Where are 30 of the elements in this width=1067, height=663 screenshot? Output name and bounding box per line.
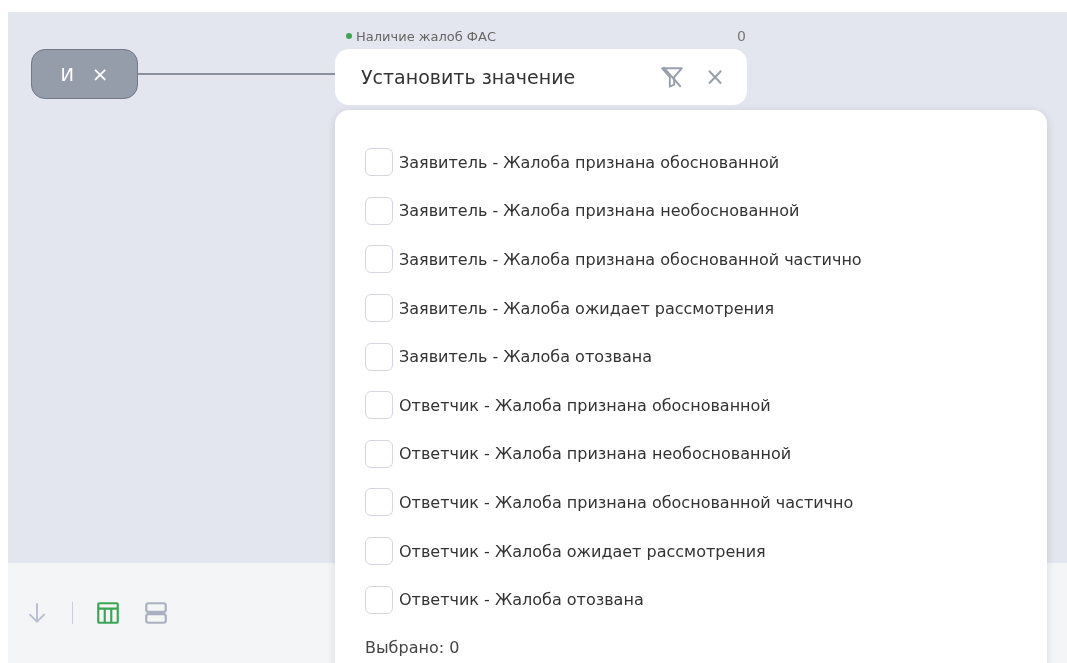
value-select[interactable]: Установить значение: [361, 66, 659, 88]
checkbox[interactable]: [365, 488, 393, 517]
option-label[interactable]: Заявитель - Жалоба признана обоснованной частично: [399, 250, 862, 269]
option-label[interactable]: Заявитель - Жалоба признана обоснованной: [399, 152, 780, 172]
option-label[interactable]: Ответчик - Жалоба ожидает рассмотрения: [399, 541, 766, 561]
checkbox[interactable]: [365, 537, 393, 566]
option-label[interactable]: Ответчик - Жалоба признана обоснованной частично: [399, 492, 854, 512]
checkbox[interactable]: [365, 439, 393, 468]
option-label[interactable]: Заявитель - Жалоба отозвана: [399, 347, 652, 367]
checkbox[interactable]: [365, 294, 393, 323]
status-dot-icon: [346, 33, 352, 39]
clear-filter-icon[interactable]: [658, 64, 685, 90]
condition-node[interactable]: Установить значение ×: [335, 49, 747, 105]
list-view-icon[interactable]: [143, 600, 169, 626]
option-label[interactable]: Заявитель - Жалоба признана необоснованной: [399, 201, 800, 221]
checkbox[interactable]: [365, 196, 393, 225]
option-label[interactable]: Ответчик - Жалоба отозвана: [399, 590, 644, 610]
option-label[interactable]: Заявитель - Жалоба ожидает рассмотрения: [399, 298, 775, 318]
checkbox[interactable]: [365, 148, 393, 177]
table-view-icon[interactable]: [95, 600, 121, 626]
count: 0: [737, 28, 746, 44]
operator-label: И: [60, 63, 74, 85]
checkbox[interactable]: [365, 585, 393, 614]
option-label[interactable]: Ответчик - Жалоба признана необоснованной: [399, 444, 792, 464]
selected-count: Выбрано: 0: [365, 637, 461, 657]
checkbox[interactable]: [365, 245, 393, 274]
checkbox[interactable]: [365, 342, 393, 371]
option-label[interactable]: Ответчик - Жалоба признана обоснованной: [399, 395, 771, 415]
checkbox[interactable]: [365, 391, 393, 420]
field-name: Наличие жалоб ФАС: [356, 28, 497, 44]
